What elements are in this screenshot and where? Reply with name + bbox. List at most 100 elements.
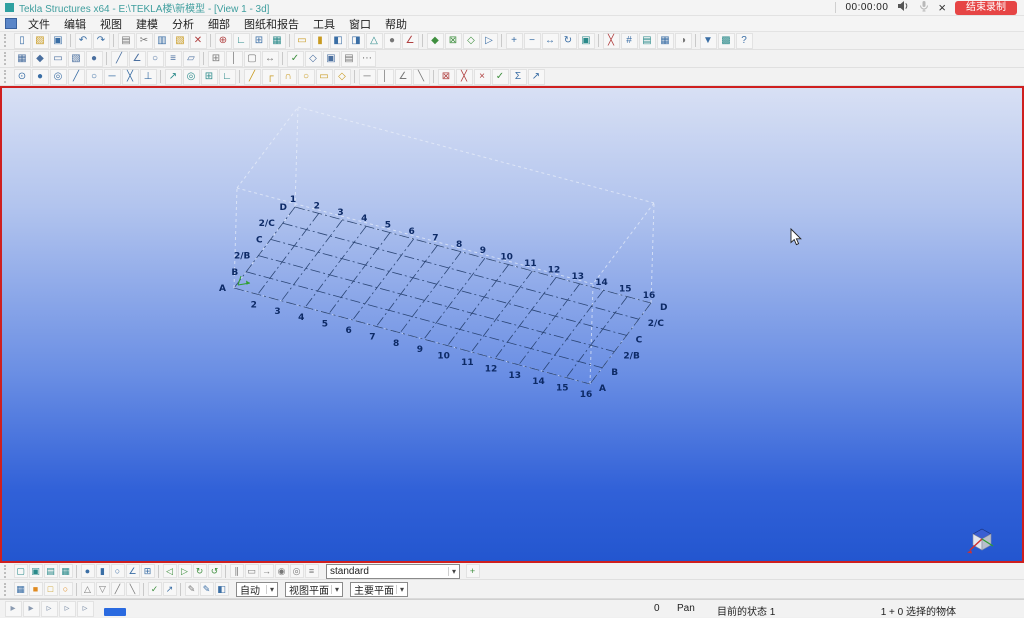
rotate-view-icon[interactable]: ↻: [559, 32, 577, 49]
snap-any-position-icon[interactable]: ◎: [182, 68, 200, 85]
redo-icon[interactable]: ↷: [92, 32, 110, 49]
create-grid-icon[interactable]: ⊞: [250, 32, 268, 49]
sum-tool-icon[interactable]: Σ: [509, 68, 527, 85]
select-assemblies-icon[interactable]: ▣: [322, 50, 340, 67]
print-icon[interactable]: ▤: [117, 32, 135, 49]
select-parts-icon[interactable]: ▭: [49, 50, 67, 67]
tri-down-tool-icon[interactable]: ▽: [95, 582, 110, 596]
snap-grid-points-icon[interactable]: ⊞: [200, 68, 218, 85]
speaker-icon[interactable]: [897, 0, 910, 17]
orientation-cube-icon[interactable]: [967, 528, 994, 554]
drawing-list-icon[interactable]: ▦: [656, 32, 674, 49]
ortho-toggle-icon[interactable]: ∟: [218, 68, 236, 85]
snapshot-icon[interactable]: ▩: [717, 32, 735, 49]
measure-free-icon[interactable]: ╲: [412, 68, 430, 85]
toggle-points-icon[interactable]: ●: [80, 564, 95, 578]
status-flag-5-icon[interactable]: ▹: [76, 600, 94, 617]
menu-tools[interactable]: 工具: [306, 16, 342, 32]
undo-icon[interactable]: ↶: [74, 32, 92, 49]
toggle-bolts-icon[interactable]: ○: [110, 564, 125, 578]
view-rendered-icon[interactable]: ▦: [58, 564, 73, 578]
select-switch-icon[interactable]: ▦: [13, 582, 28, 596]
pointer-tool-icon[interactable]: ↗: [527, 68, 545, 85]
phase-manager-icon[interactable]: ◑: [674, 32, 692, 49]
snap-intersections-icon[interactable]: ╳: [121, 68, 139, 85]
snap-extension-icon[interactable]: ↗: [164, 68, 182, 85]
create-view-icon[interactable]: ▦: [268, 32, 286, 49]
toggle-welds-icon[interactable]: ∠: [125, 564, 140, 578]
status-flag-2-icon[interactable]: ▸: [22, 600, 40, 617]
menu-edit[interactable]: 编辑: [57, 16, 93, 32]
toolbar-grip[interactable]: [4, 70, 9, 83]
create-line-icon[interactable]: ╱: [243, 68, 261, 85]
select-all-switch-icon[interactable]: ▦: [13, 50, 31, 67]
selection-filter-icon[interactable]: ▼: [699, 32, 717, 49]
delete-line-icon[interactable]: ╳: [455, 68, 473, 85]
work-area-icon[interactable]: ▭: [244, 564, 259, 578]
create-polyline-icon[interactable]: ┌: [261, 68, 279, 85]
direction-tool-icon[interactable]: ↗: [162, 582, 177, 596]
close-recorder-icon[interactable]: ×: [938, 1, 946, 14]
snap-mode-dropdown[interactable]: 自动 ▾: [236, 581, 278, 597]
clash-check-icon[interactable]: ╳: [602, 32, 620, 49]
lot-colors-icon[interactable]: ○: [58, 582, 73, 596]
snap-end-points-icon[interactable]: ╱: [67, 68, 85, 85]
menu-view[interactable]: 视图: [93, 16, 129, 32]
create-rectangle-icon[interactable]: ▭: [315, 68, 333, 85]
snap-nearest-point-icon[interactable]: ◎: [49, 68, 67, 85]
chevron-down-icon[interactable]: ▾: [395, 584, 404, 594]
select-bolts-icon[interactable]: ○: [146, 50, 164, 67]
apply-filter-icon[interactable]: +: [465, 564, 480, 578]
plane-type-dropdown[interactable]: 主要平面 ▾: [350, 581, 408, 597]
update-window-icon[interactable]: ↺: [207, 564, 222, 578]
snap-reference-points-icon[interactable]: ⊙: [13, 68, 31, 85]
select-points-icon[interactable]: ●: [85, 50, 103, 67]
create-polygon-icon[interactable]: ◇: [333, 68, 351, 85]
menu-analysis[interactable]: 分析: [165, 16, 201, 32]
menu-file[interactable]: 文件: [21, 16, 57, 32]
detail-tool-icon[interactable]: ◇: [462, 32, 480, 49]
view-wireframe-icon[interactable]: ▢: [13, 564, 28, 578]
view-next-icon[interactable]: ▷: [177, 564, 192, 578]
toggle-grids-icon[interactable]: ⊞: [140, 564, 155, 578]
create-point-icon[interactable]: ⊕: [214, 32, 232, 49]
chevron-down-icon[interactable]: ▾: [330, 584, 339, 594]
new-model-icon[interactable]: ▯: [13, 32, 31, 49]
zoom-in-icon[interactable]: +: [505, 32, 523, 49]
select-marks-icon[interactable]: ✓: [286, 50, 304, 67]
toggle-parts-icon[interactable]: ▮: [95, 564, 110, 578]
fit-work-area-icon[interactable]: ▣: [577, 32, 595, 49]
status-flag-3-icon[interactable]: ▹: [40, 600, 58, 617]
redraw-view-icon[interactable]: ↻: [192, 564, 207, 578]
toolbar-grip[interactable]: [4, 34, 9, 47]
create-slab-icon[interactable]: ◨: [347, 32, 365, 49]
toolbar-grip[interactable]: [4, 582, 9, 596]
status-flag-1-icon[interactable]: ▸: [4, 600, 22, 617]
cut-icon[interactable]: ✂: [135, 32, 153, 49]
help-icon[interactable]: ?: [735, 32, 753, 49]
copy-icon[interactable]: ▥: [153, 32, 171, 49]
component-catalog-icon[interactable]: ◆: [426, 32, 444, 49]
paste-icon[interactable]: ▧: [171, 32, 189, 49]
document-window-icon[interactable]: [5, 18, 17, 29]
auto-connection-icon[interactable]: ⊠: [444, 32, 462, 49]
measure-icon[interactable]: ∟: [232, 32, 250, 49]
select-planes-icon[interactable]: ▱: [182, 50, 200, 67]
model-viewport[interactable]: 1 2 3 4 5 6 7 8 9 10 11 12 13 14 15 16 2 3 4 5 6 7 8 9 10 11 12 13 1…: [0, 86, 1024, 563]
menu-help[interactable]: 帮助: [378, 16, 414, 32]
report-icon[interactable]: ▤: [638, 32, 656, 49]
phase-combobox[interactable]: standard ▾: [326, 563, 460, 579]
view-previous-icon[interactable]: ◁: [162, 564, 177, 578]
snap-center-points-icon[interactable]: ○: [85, 68, 103, 85]
select-more-icon[interactable]: ⋯: [358, 50, 376, 67]
paint-tool-icon[interactable]: ◧: [214, 582, 229, 596]
work-plane-dropdown[interactable]: 视图平面 ▾: [285, 581, 343, 597]
zoom-out-icon[interactable]: −: [523, 32, 541, 49]
create-plate-icon[interactable]: ◧: [329, 32, 347, 49]
microphone-icon[interactable]: [919, 0, 929, 17]
menu-drawings-reports[interactable]: 图纸和报告: [237, 16, 306, 32]
select-grids-icon[interactable]: ⊞: [207, 50, 225, 67]
chevron-down-icon[interactable]: ▾: [447, 566, 456, 576]
snap-perpendicular-icon[interactable]: ⊥: [139, 68, 157, 85]
numbering-icon[interactable]: #: [620, 32, 638, 49]
